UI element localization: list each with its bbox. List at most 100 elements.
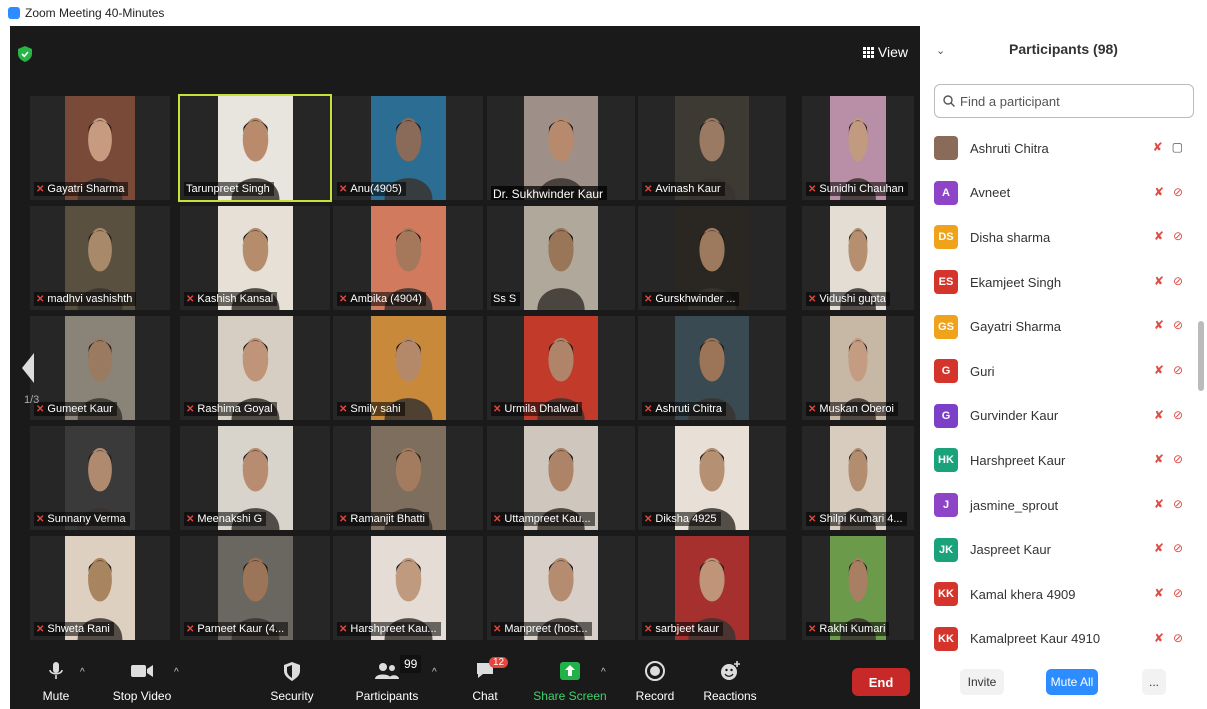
participant-row[interactable]: Ashruti Chitra ✘ ▢ [920,126,1207,171]
muted-mic-icon: ✕ [339,623,348,635]
participant-name: Harshpreet Kaur [970,452,1066,468]
video-tile[interactable]: ✕ Smily sahi [333,316,483,420]
video-tile[interactable]: ✕ Rakhi Kumari [802,536,914,640]
participant-status-icons: ✘ ⊘ [1154,318,1183,332]
reactions-button[interactable]: Reactions [702,659,758,703]
video-tile[interactable]: Tarunpreet Singh [178,94,332,202]
video-tile[interactable]: ✕ Meenakshi G [180,426,330,530]
record-button[interactable]: Record [632,659,678,703]
more-options-button[interactable]: ... [1142,669,1166,695]
video-tile[interactable]: ✕ Gayatri Sharma [30,96,170,200]
tile-participant-name: Muskan Oberoi [819,403,894,415]
muted-mic-icon: ✕ [644,403,653,415]
previous-page-button[interactable] [20,351,42,391]
zoom-app-icon [8,7,20,19]
video-tile[interactable]: ✕ Urmila Dhalwal [487,316,635,420]
tile-name-label: ✕ Gayatri Sharma [34,182,129,196]
mute-button[interactable]: Mute [36,659,76,703]
muted-mic-icon: ✕ [36,183,45,195]
tile-name-label: Tarunpreet Singh [184,182,274,196]
video-tile[interactable]: ✕ sarbjeet kaur [638,536,786,640]
avatar: ES [934,270,958,295]
video-tile[interactable]: ✕ Harshpreet Kau... [333,536,483,640]
video-tile[interactable]: ✕ Gurskhwinder ... [638,206,786,310]
participant-row[interactable]: JK Jaspreet Kaur ✘ ⊘ [920,527,1207,572]
share-options-caret[interactable]: ^ [601,667,606,678]
video-tile[interactable]: ✕ Gumeet Kaur [30,316,170,420]
tile-name-label: ✕ Ambika (4904) [337,292,426,306]
video-on-icon: ▢ [1171,140,1183,154]
audio-options-caret[interactable]: ^ [80,667,85,678]
participant-row[interactable]: A Avneet ✘ ⊘ [920,171,1207,216]
muted-mic-icon: ✘ [1153,630,1164,645]
muted-mic-icon: ✕ [493,403,502,415]
video-tile[interactable]: ✕ madhvi vashishth [30,206,170,310]
tile-name-label: ✕ Manpreet (host... [491,622,592,636]
tile-participant-name: Uttampreet Kau... [504,513,591,525]
participant-name: Ashruti Chitra [970,140,1049,156]
participant-row[interactable]: Jjasmine_sprout ✘ ⊘ [920,483,1207,528]
security-label: Security [270,689,314,703]
mute-all-button[interactable]: Mute All [1046,669,1098,695]
participant-row[interactable]: DS Disha sharma ✘ ⊘ [920,215,1207,260]
video-tile[interactable]: ✕ Sunnany Verma [30,426,170,530]
video-options-caret[interactable]: ^ [174,667,179,678]
end-meeting-button[interactable]: End [852,668,910,696]
tile-participant-name: Tarunpreet Singh [186,183,270,195]
video-tile[interactable]: ✕ Rashima Goyal [180,316,330,420]
chat-unread-badge: 12 [489,657,509,668]
video-tile[interactable]: ✕ Uttampreet Kau... [487,426,635,530]
participant-row[interactable]: G Gurvinder Kaur ✘ ⊘ [920,394,1207,439]
participant-name: Avneet [970,185,1011,201]
participant-row[interactable]: KK Kamalpreet Kaur 4910 ✘ ⊘ [920,617,1207,662]
video-tile[interactable]: Dr. Sukhwinder Kaur [487,96,635,200]
video-tile[interactable]: ✕ Shilpi Kumari 4... [802,426,914,530]
participant-row[interactable]: ES Ekamjeet Singh ✘ ⊘ [920,260,1207,305]
muted-mic-icon: ✕ [808,513,817,525]
muted-mic-icon: ✘ [1153,318,1164,333]
video-tile[interactable]: ✕ Muskan Oberoi [802,316,914,420]
person-silhouette-icon [537,117,585,200]
share-screen-button[interactable]: Share Screen [532,659,608,703]
tile-participant-name: Vidushi gupta [819,293,886,305]
participants-options-caret[interactable]: ^ [432,667,437,678]
video-tile[interactable]: ✕ Ramanjit Bhatti [333,426,483,530]
stop-video-button[interactable]: Stop Video [108,659,176,703]
video-tile[interactable]: ✕ Diksha 4925 [638,426,786,530]
video-tile[interactable]: Ss S [487,206,635,310]
avatar: A [934,180,958,205]
tile-name-label: ✕ Gumeet Kaur [34,402,117,416]
participant-search-input[interactable]: Find a participant [934,84,1194,118]
participant-row[interactable]: KK Kamal khera 4909 ✘ ⊘ [920,572,1207,617]
meeting-area: View ✕ Gayatri Sharma Tarunpreet Singh ✕ Anu… [10,26,920,709]
participant-row[interactable]: HK Harshpreet Kaur ✘ ⊘ [920,438,1207,483]
video-tile[interactable]: ✕ Parneet Kaur (4... [180,536,330,640]
shield-icon[interactable] [18,46,32,62]
video-tile[interactable]: ✕ Avinash Kaur [638,96,786,200]
invite-button[interactable]: Invite [960,669,1004,695]
view-button[interactable]: View [862,44,908,60]
video-tile[interactable]: ✕ Shweta Rani [30,536,170,640]
video-tile[interactable]: ✕ Vidushi gupta [802,206,914,310]
participant-name: Ekamjeet Singh [970,274,1062,290]
tile-participant-name: Avinash Kaur [655,183,721,195]
tile-participant-name: Dr. Sukhwinder Kaur [493,187,604,200]
tile-participant-name: Rakhi Kumari [819,623,886,635]
video-tile[interactable]: ✕ Sunidhi Chauhan [802,96,914,200]
security-button[interactable]: Security [262,659,322,703]
participant-list-scrollbar[interactable] [1198,321,1204,391]
muted-mic-icon: ✕ [339,293,348,305]
participant-row[interactable]: GS Gayatri Sharma ✘ ⊘ [920,304,1207,349]
muted-mic-icon: ✘ [1153,184,1164,199]
avatar: G [934,403,958,428]
video-tile[interactable]: ✕ Kashish Kansal [180,206,330,310]
tile-name-label: ✕ Sunnany Verma [34,512,130,526]
share-screen-icon [560,662,580,680]
muted-mic-icon: ✕ [186,623,195,635]
video-tile[interactable]: ✕ Ashruti Chitra [638,316,786,420]
video-tile[interactable]: ✕ Anu(4905) [333,96,483,200]
video-tile[interactable]: ✕ Ambika (4904) [333,206,483,310]
video-tile[interactable]: ✕ Manpreet (host... [487,536,635,640]
muted-mic-icon: ✕ [493,513,502,525]
participant-row[interactable]: G Guri ✘ ⊘ [920,349,1207,394]
